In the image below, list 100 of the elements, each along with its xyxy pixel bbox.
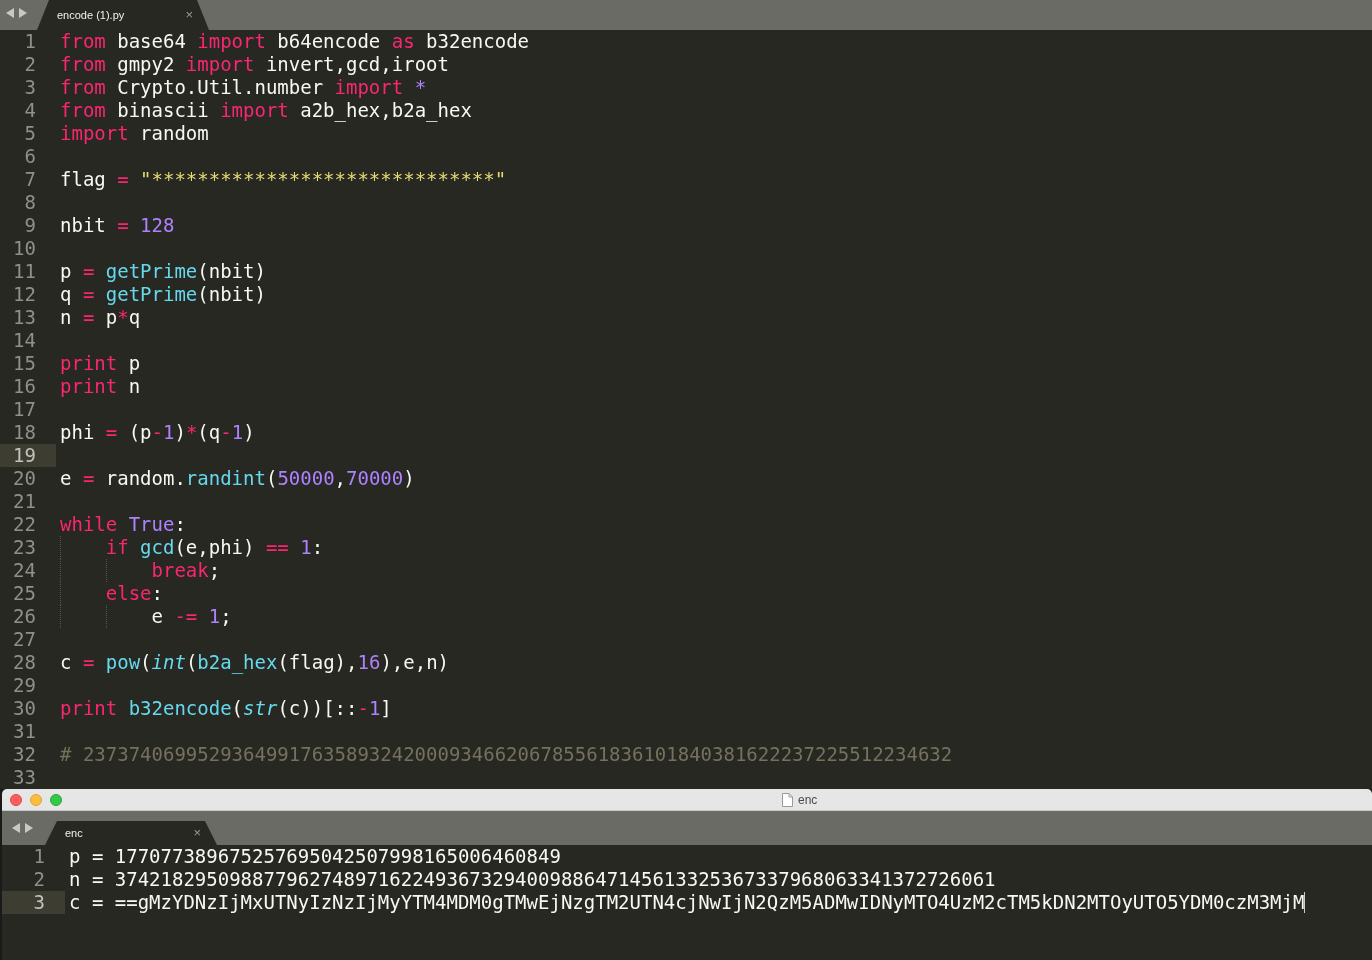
code-token: b2a_hex [197, 651, 278, 674]
close-icon[interactable]: × [185, 5, 193, 25]
line-number: 6 [23, 145, 37, 168]
minimize-window-button[interactable] [30, 793, 42, 806]
line-number: 3 [2, 891, 65, 914]
code-token: 1 [231, 421, 244, 444]
line-number: 27 [12, 628, 37, 651]
code-token: import [334, 76, 404, 99]
back-arrow-icon[interactable] [6, 8, 14, 18]
line-number: 23 [12, 536, 37, 559]
code-line: p = 177077389675257695042507998165006460849 [68, 845, 561, 868]
line-number: 29 [12, 674, 37, 697]
line-number: 13 [12, 306, 37, 329]
code-token: phi [60, 421, 96, 444]
code-token: p [104, 306, 118, 329]
line-number: 25 [12, 582, 37, 605]
line-number: 2 [32, 868, 46, 891]
line-number: 20 [12, 467, 37, 490]
line-number: 24 [12, 559, 37, 582]
code-token: ( [231, 697, 244, 720]
forward-arrow-icon[interactable] [25, 823, 33, 833]
line-number: 9 [23, 214, 37, 237]
code-token: 1 [163, 421, 175, 444]
code-token: ( [140, 651, 152, 674]
text-cursor [1304, 892, 1306, 913]
editor-tab[interactable]: encode (1).py × [37, 0, 209, 30]
line-number: 16 [12, 375, 37, 398]
editor-tab[interactable]: enc × [45, 821, 217, 845]
back-arrow-icon[interactable] [12, 823, 20, 833]
code-token: import [60, 122, 129, 145]
code-token: c [60, 651, 73, 674]
code-token: : [174, 513, 186, 536]
code-token: else [105, 582, 152, 605]
code-token: ) [243, 421, 255, 444]
code-token: == [265, 536, 289, 559]
line-number: 4 [23, 99, 37, 122]
code-token: import [220, 99, 289, 122]
code-token: ] [380, 697, 392, 720]
code-token: ( [265, 467, 278, 490]
code-token: ) [403, 467, 415, 490]
code-token: True [127, 513, 175, 536]
code-token: : [151, 582, 163, 605]
code-token: a2b_hex,b2a_hex [299, 99, 472, 122]
code-token: from [60, 53, 106, 76]
close-window-button[interactable] [10, 793, 22, 806]
code-token: 16 [357, 651, 381, 674]
code-token: = [105, 421, 118, 444]
forward-arrow-icon[interactable] [19, 8, 27, 18]
code-token: int [151, 651, 186, 674]
code-token: 1 [368, 697, 381, 720]
code-token: print [60, 697, 118, 720]
code-token: print [60, 375, 118, 398]
code-token: = [82, 651, 95, 674]
zoom-window-button[interactable] [50, 793, 62, 806]
code-token: - [151, 421, 163, 444]
line-number: 12 [12, 283, 37, 306]
code-token: , [334, 467, 347, 490]
code-token: (c))[:: [277, 697, 358, 720]
code-token: random [139, 122, 209, 145]
code-token: = [82, 260, 95, 283]
code-token: nbit [60, 214, 107, 237]
code-token: (flag), [277, 651, 358, 674]
line-number: 33 [12, 766, 37, 789]
code-token: 70000 [346, 467, 404, 490]
line-number: 10 [12, 237, 37, 260]
code-token: n [127, 375, 141, 398]
code-token: b64encode [276, 30, 382, 53]
code-token: p [60, 260, 73, 283]
code-token: (p [127, 421, 152, 444]
code-token: ),e,n) [380, 651, 450, 674]
code-token: p [127, 352, 141, 375]
code-token: = [117, 168, 129, 191]
code-token: flag [60, 168, 107, 191]
line-number: 11 [12, 260, 37, 283]
line-number: 28 [12, 651, 37, 674]
close-icon[interactable]: × [193, 823, 201, 843]
code-token: gmpy2 [116, 53, 176, 76]
code-token: Crypto.Util.number [116, 76, 325, 99]
code-token: getPrime [104, 260, 198, 283]
code-token: from [60, 30, 106, 53]
code-token: 1 [299, 536, 312, 559]
code-token: randint [185, 467, 266, 490]
code-token: n [60, 306, 73, 329]
code-token: str [243, 697, 278, 720]
code-token: random. [104, 467, 186, 490]
code-token: if [105, 536, 129, 559]
line-number: 19 [0, 444, 56, 467]
code-token: = [82, 306, 95, 329]
line-number: 7 [23, 168, 37, 191]
code-token: invert,gcd,iroot [264, 53, 449, 76]
code-token: = [117, 214, 129, 237]
line-number: 3 [23, 76, 37, 99]
line-number: 21 [12, 490, 37, 513]
code-token: b32encode [425, 30, 530, 53]
code-token: 50000 [277, 467, 335, 490]
line-number: 26 [12, 605, 37, 628]
line-number: 17 [12, 398, 37, 421]
code-token: * [413, 76, 427, 99]
code-token: print [60, 352, 118, 375]
code-token: ) [174, 421, 186, 444]
